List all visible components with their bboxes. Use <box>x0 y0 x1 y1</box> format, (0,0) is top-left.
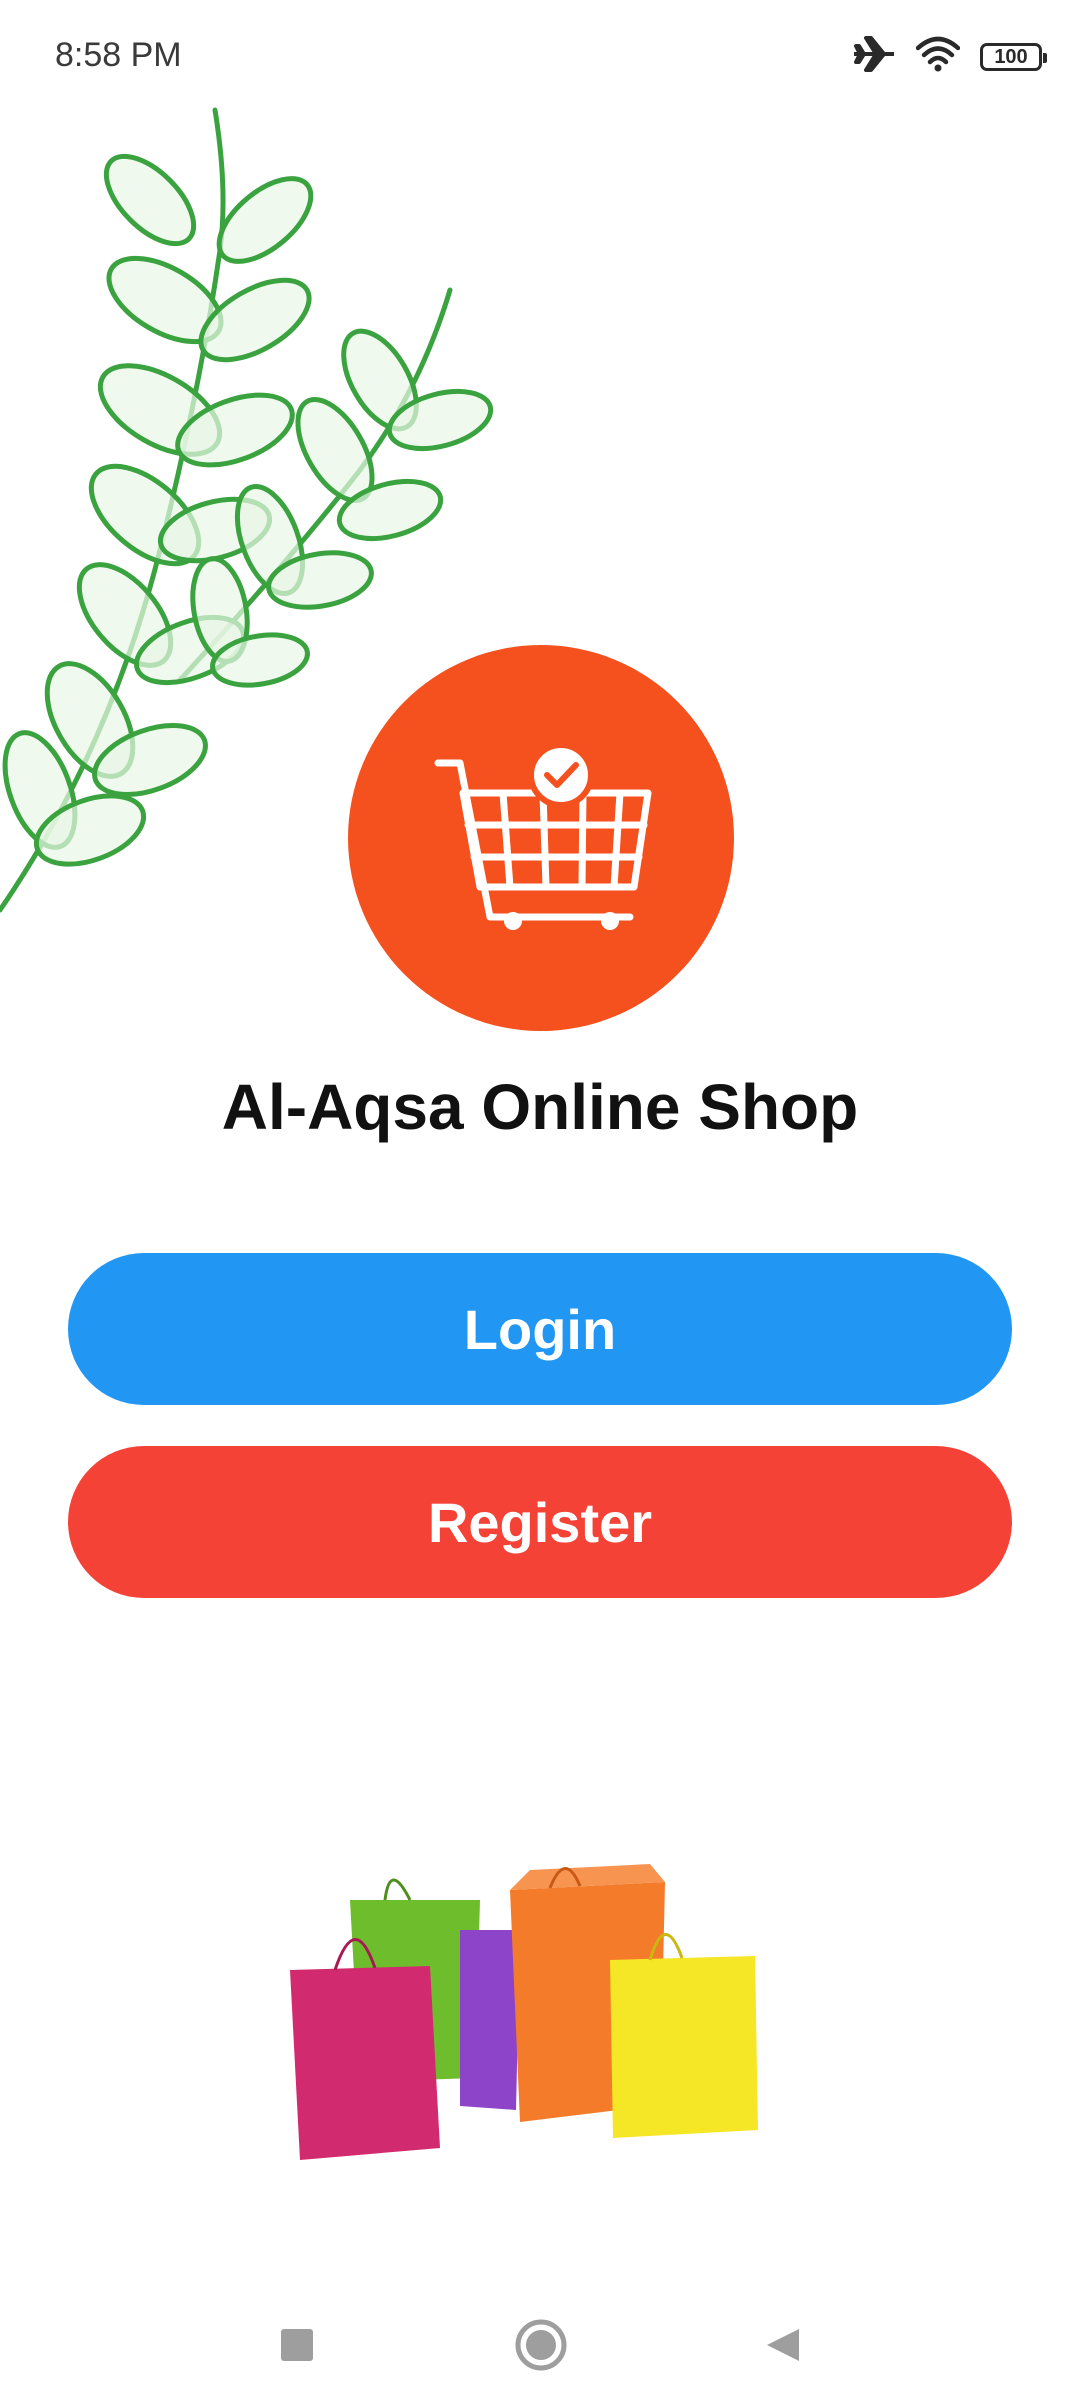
recent-apps-icon[interactable] <box>262 2310 332 2380</box>
navigation-bar <box>0 2290 1080 2400</box>
home-icon[interactable] <box>506 2310 576 2380</box>
app-title: Al-Aqsa Online Shop <box>221 1071 859 1143</box>
status-icons: 100 <box>852 34 1047 79</box>
status-time: 8:58 PM <box>55 36 182 74</box>
shopping-cart-check-icon <box>434 742 652 930</box>
welcome-screen: 8:58 PM 100 Al-Aqsa Online Shop Login Re… <box>0 0 1080 2400</box>
register-button[interactable]: Register <box>68 1446 1012 1598</box>
app-logo <box>348 645 734 1031</box>
shopping-bags-image <box>290 1864 758 2160</box>
wifi-icon <box>915 36 961 77</box>
back-icon[interactable] <box>748 2310 818 2380</box>
airplane-icon <box>852 34 896 79</box>
battery-level: 100 <box>994 45 1028 68</box>
login-button[interactable]: Login <box>68 1253 1012 1405</box>
battery-icon: 100 <box>980 42 1047 71</box>
